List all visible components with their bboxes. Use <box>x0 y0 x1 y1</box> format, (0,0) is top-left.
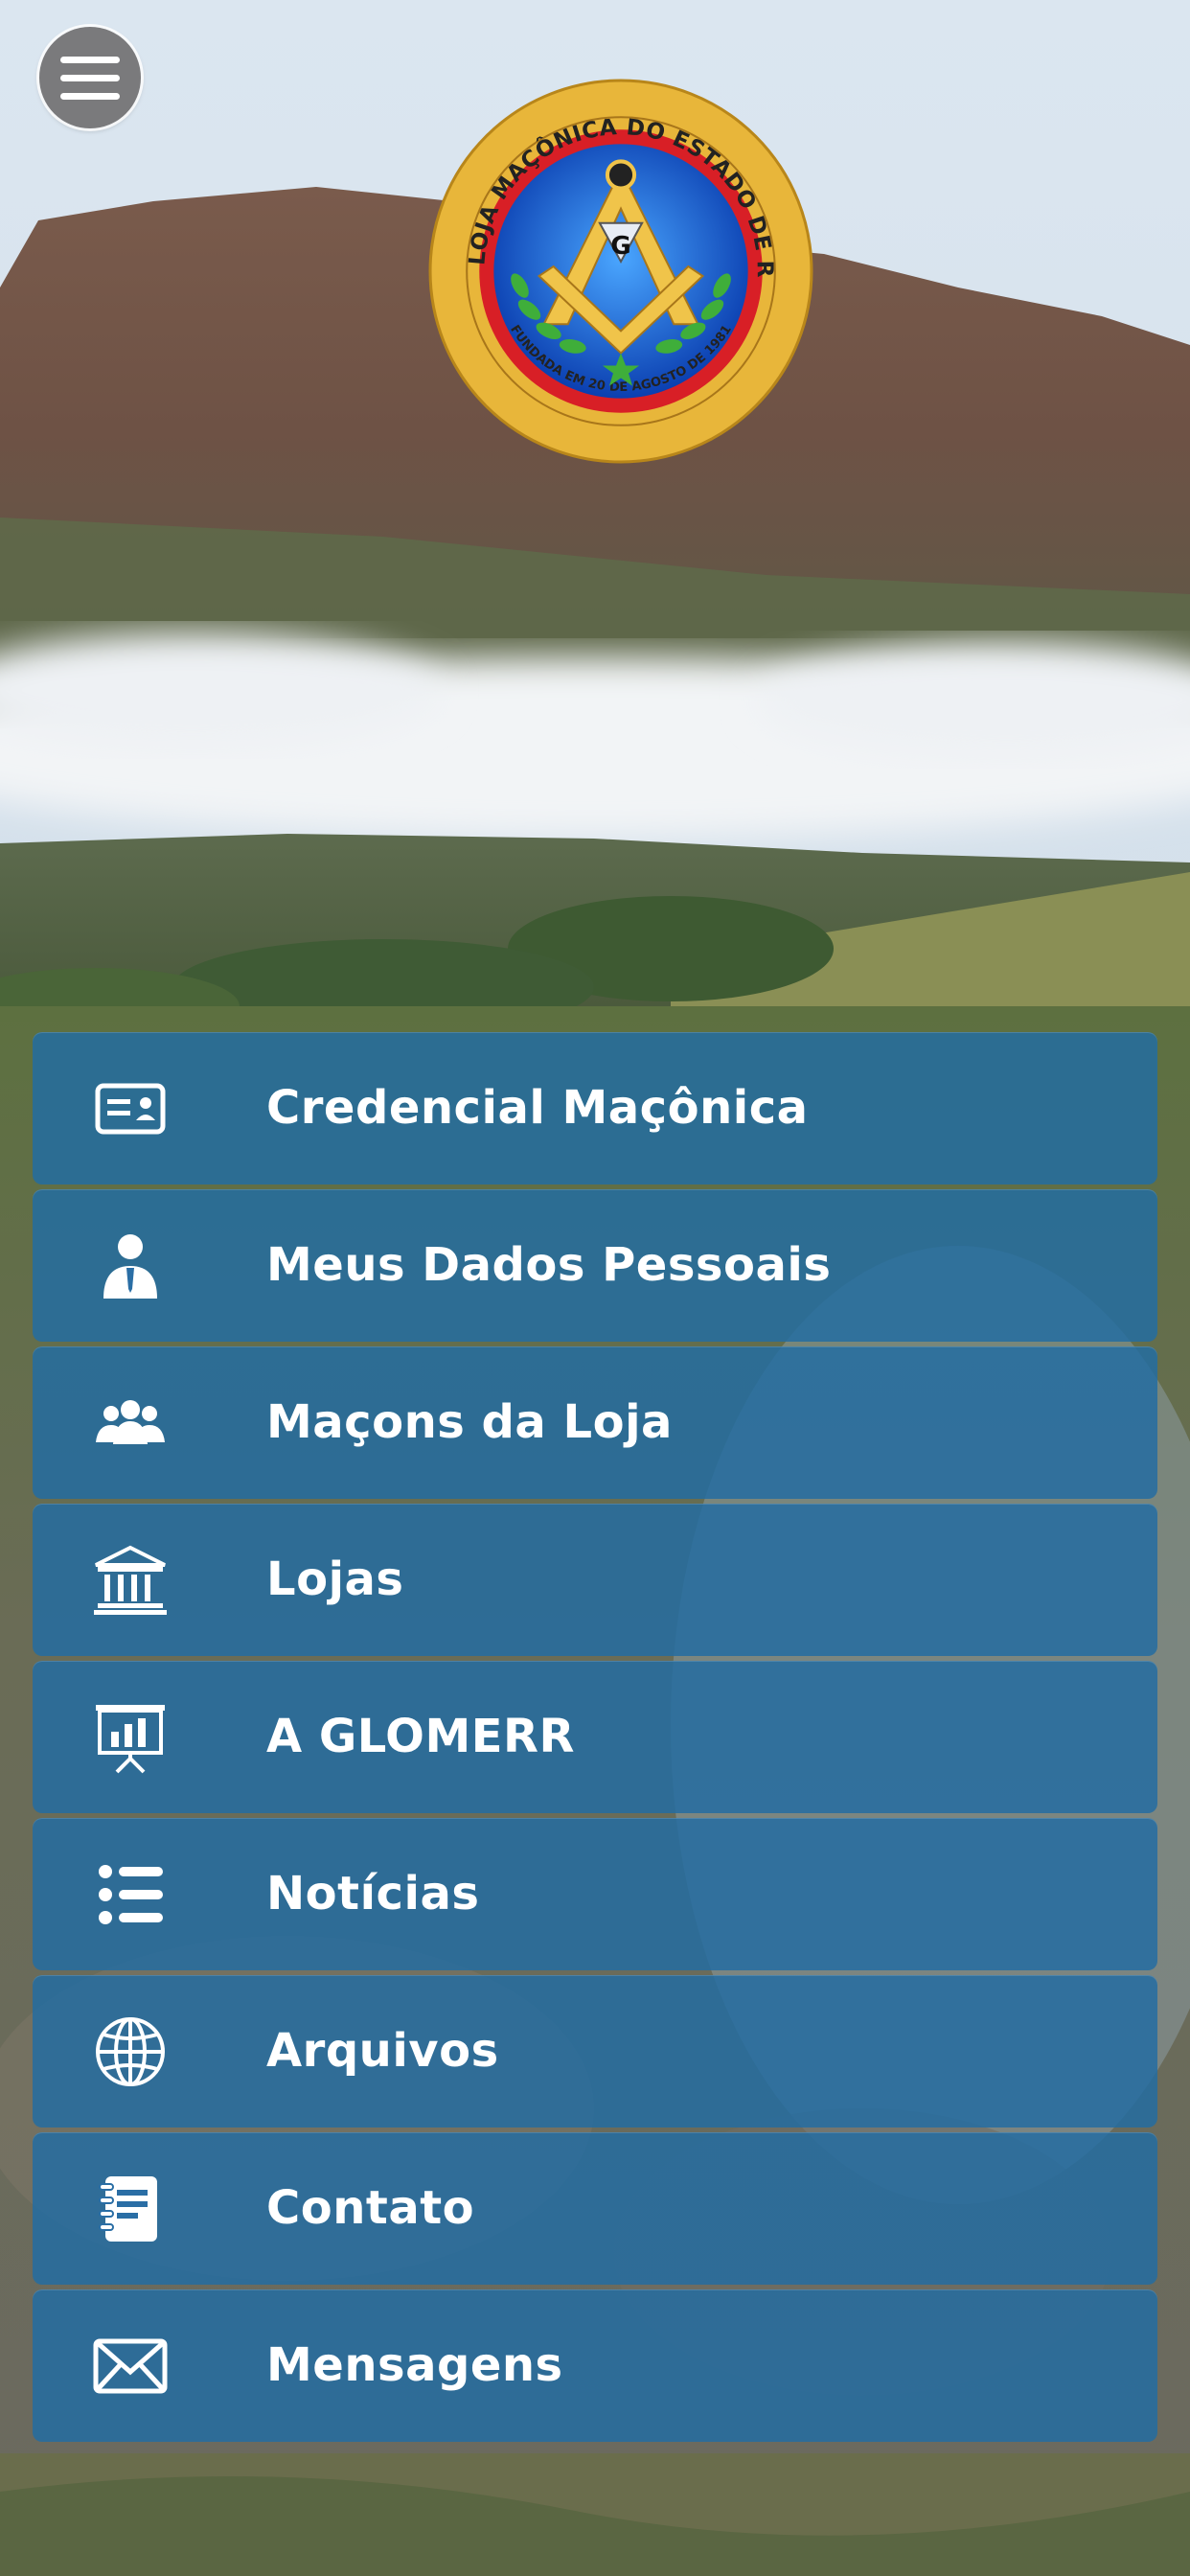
temple-icon <box>92 1544 169 1617</box>
id-card-icon <box>92 1072 169 1145</box>
grand-lodge-logo: GRANDE LOJA MAÇÔNICA DO ESTADO DE RORAIM… <box>428 79 813 464</box>
menu-item-label: Arquivos <box>266 2024 499 2078</box>
hamburger-icon-line <box>60 92 120 100</box>
menu-item-mensagens[interactable]: Mensagens <box>33 2289 1157 2442</box>
menu-item-label: Mensagens <box>266 2338 563 2392</box>
menu-hamburger-button[interactable] <box>39 27 141 128</box>
menu-item-glomerr[interactable]: A GLOMERR <box>33 1661 1157 1813</box>
menu-item-label: Meus Dados Pessoais <box>266 1238 832 1292</box>
main-menu: Credencial Maçônica Meus Dados Pessoais … <box>33 1032 1157 2447</box>
group-icon <box>92 1387 169 1460</box>
menu-item-credencial[interactable]: Credencial Maçônica <box>33 1032 1157 1184</box>
envelope-icon <box>92 2330 169 2403</box>
hamburger-icon-line <box>60 74 120 81</box>
menu-item-arquivos[interactable]: Arquivos <box>33 1975 1157 2128</box>
presentation-icon <box>92 1701 169 1774</box>
list-icon <box>92 1858 169 1931</box>
menu-item-macons-loja[interactable]: Maçons da Loja <box>33 1346 1157 1499</box>
menu-item-dados-pessoais[interactable]: Meus Dados Pessoais <box>33 1189 1157 1342</box>
menu-item-label: Notícias <box>266 1867 480 1920</box>
menu-item-label: Maçons da Loja <box>266 1395 673 1449</box>
hamburger-icon-line <box>60 56 120 63</box>
menu-item-label: Lojas <box>266 1552 404 1606</box>
menu-item-contato[interactable]: Contato <box>33 2132 1157 2285</box>
globe-icon <box>92 2015 169 2088</box>
menu-item-lojas[interactable]: Lojas <box>33 1504 1157 1656</box>
person-icon <box>92 1230 169 1302</box>
menu-item-label: Contato <box>266 2181 475 2235</box>
menu-item-noticias[interactable]: Notícias <box>33 1818 1157 1970</box>
menu-item-label: Credencial Maçônica <box>266 1081 809 1135</box>
logo-letter-g: G <box>610 232 630 261</box>
notebook-icon <box>92 2173 169 2245</box>
menu-item-label: A GLOMERR <box>266 1710 575 1763</box>
